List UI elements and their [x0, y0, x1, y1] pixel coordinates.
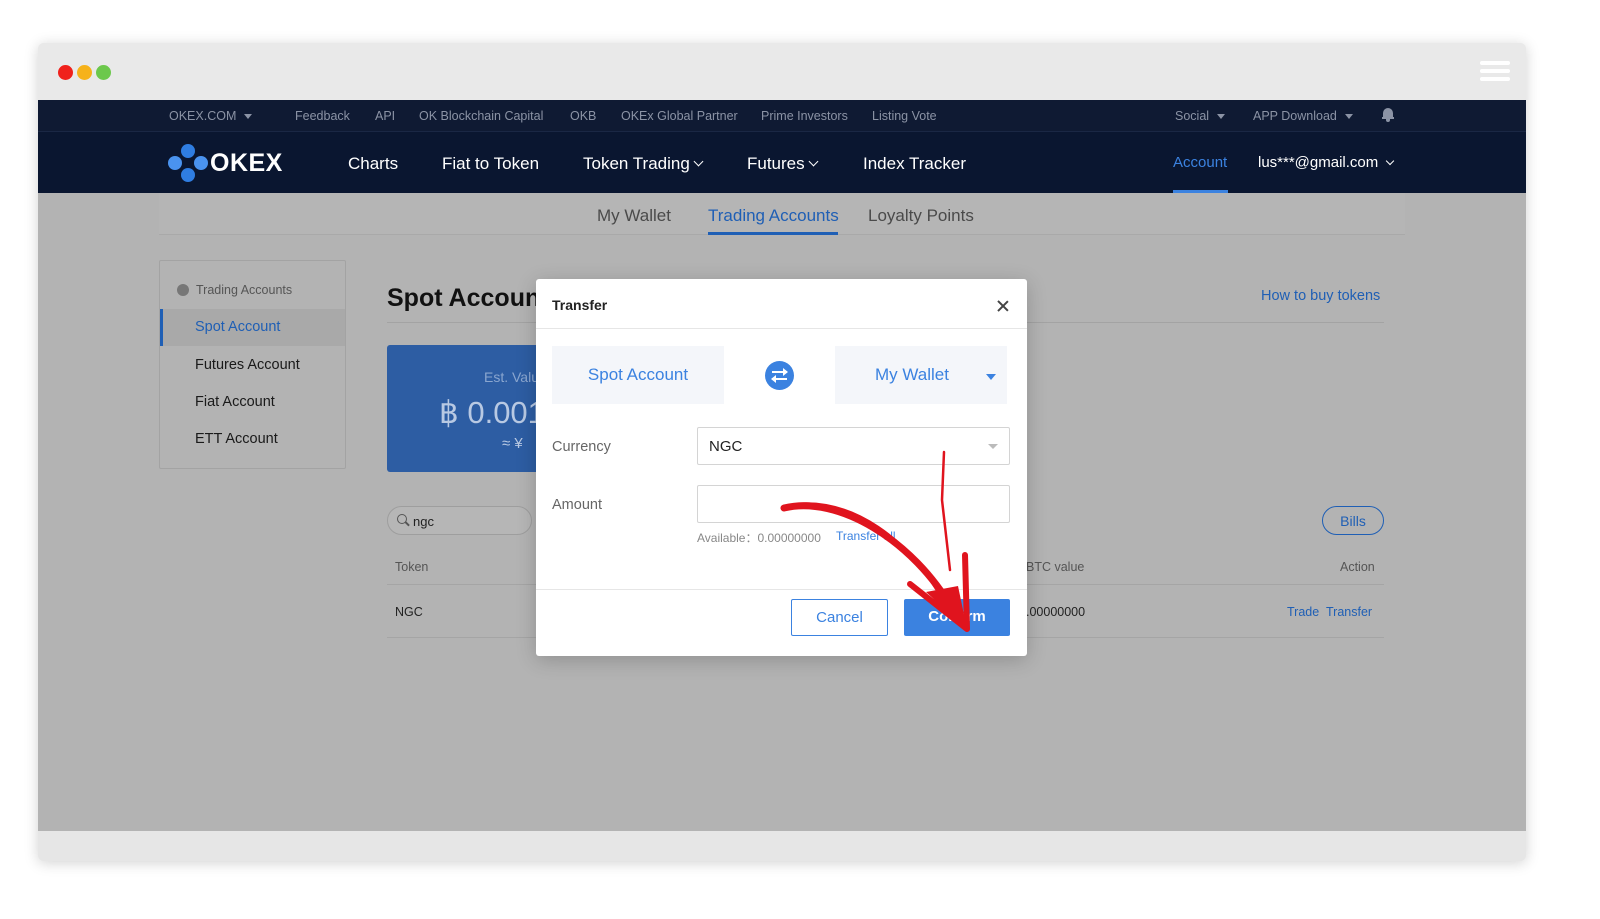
- browser-title-bar: [38, 43, 1526, 100]
- browser-window: OKEX.COM Feedback API OK Blockchain Capi…: [38, 43, 1526, 861]
- close-window-dot[interactable]: [58, 65, 73, 80]
- hamburger-menu-icon[interactable]: [1480, 61, 1510, 81]
- annotation-arrow-icon: [780, 450, 970, 632]
- maximize-window-dot[interactable]: [96, 65, 111, 80]
- page-viewport: OKEX.COM Feedback API OK Blockchain Capi…: [38, 100, 1526, 831]
- browser-bottom-bar: [38, 831, 1526, 861]
- minimize-window-dot[interactable]: [77, 65, 92, 80]
